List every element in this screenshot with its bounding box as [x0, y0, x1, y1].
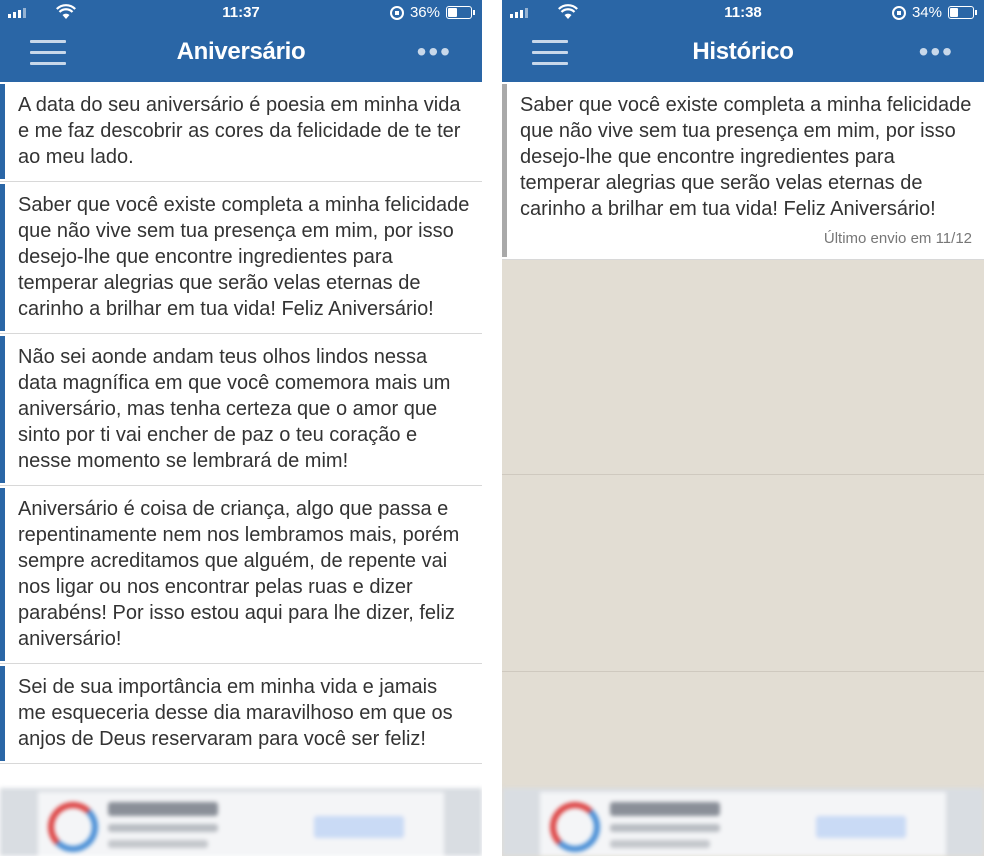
message-item[interactable]: A data do seu aniversário é poesia em mi…: [0, 82, 482, 182]
battery-icon: [446, 6, 475, 19]
message-item[interactable]: Aniversário é coisa de criança, algo que…: [0, 486, 482, 664]
page-title: Aniversário: [176, 38, 306, 65]
empty-list-area: [502, 278, 984, 856]
message-text: Saber que você existe completa a minha f…: [18, 194, 470, 320]
last-sent-label: Último envio em 11/12: [823, 230, 972, 247]
ad-logo-icon: [48, 802, 98, 852]
message-item[interactable]: Saber que você existe completa a minha f…: [0, 182, 482, 334]
message-text: Não sei aonde andam teus olhos lindos ne…: [18, 346, 451, 472]
battery-percent: 34%: [911, 4, 942, 21]
phone-screen-historico: 11:38 34% Histórico ••• Saber que você e…: [502, 0, 984, 856]
more-dots-icon[interactable]: •••: [417, 38, 452, 66]
status-bar: 11:37 36%: [0, 0, 482, 26]
orientation-lock-icon: [891, 5, 906, 20]
app-bar: Aniversário •••: [0, 26, 482, 82]
message-text: Sei de sua importância em minha vida e j…: [18, 676, 453, 750]
ad-banner[interactable]: [0, 788, 482, 856]
message-text: A data do seu aniversário é poesia em mi…: [18, 94, 461, 168]
message-text: Aniversário é coisa de criança, algo que…: [18, 498, 460, 650]
ad-open-button[interactable]: [816, 816, 906, 838]
app-bar: Histórico •••: [502, 26, 984, 82]
message-list: A data do seu aniversário é poesia em mi…: [0, 82, 482, 764]
ad-logo-icon: [550, 802, 600, 852]
battery-icon: [948, 6, 977, 19]
more-dots-icon[interactable]: •••: [919, 38, 954, 66]
message-item[interactable]: Não sei aonde andam teus olhos lindos ne…: [0, 334, 482, 486]
ad-install-button[interactable]: [314, 816, 404, 838]
history-list: Saber que você existe completa a minha f…: [502, 82, 984, 260]
battery-percent: 36%: [409, 4, 440, 21]
orientation-lock-icon: [389, 5, 404, 20]
phone-screen-aniversario: 11:37 36% Aniversário ••• A data do seu …: [0, 0, 482, 856]
message-item[interactable]: Sei de sua importância em minha vida e j…: [0, 664, 482, 764]
status-bar: 11:38 34%: [502, 0, 984, 26]
message-text: Saber que você existe completa a minha f…: [520, 94, 972, 220]
page-title: Histórico: [692, 38, 794, 65]
ad-banner[interactable]: [502, 788, 984, 856]
history-item[interactable]: Saber que você existe completa a minha f…: [502, 82, 984, 260]
